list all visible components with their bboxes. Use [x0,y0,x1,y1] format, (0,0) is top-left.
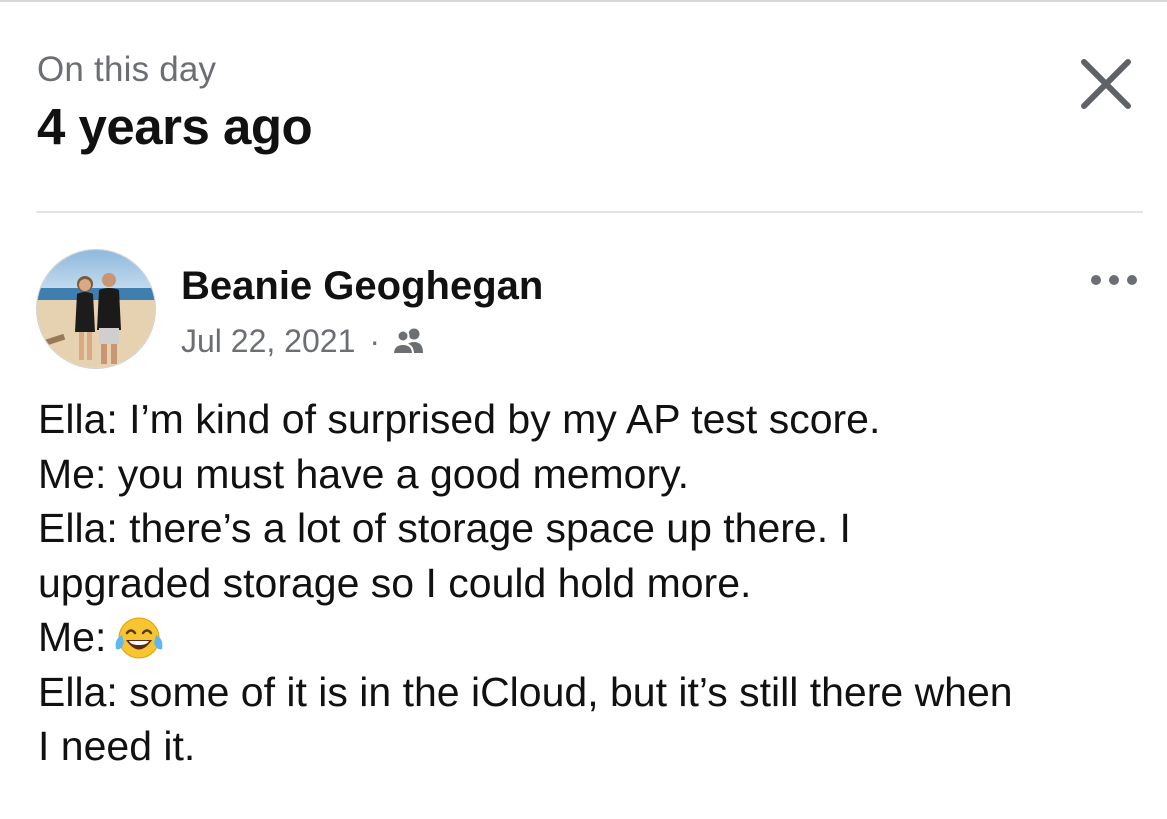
post-line: Ella: there’s a lot of storage space up … [38,505,851,551]
post-line: I need it. [38,723,196,769]
profile-photo [37,250,155,368]
post-line: Me: you must have a good memory. [38,450,689,497]
friends-icon[interactable] [392,327,426,355]
post-author[interactable]: Beanie Geoghegan [181,262,543,310]
page-title: 4 years ago [37,98,313,155]
post-line-text: Me: [38,614,107,660]
tears-of-joy-emoji-icon [115,617,163,659]
memories-header: On this day 4 years ago [37,48,313,158]
post-line-with-emoji: Me: [38,610,1148,665]
more-options-button[interactable] [1088,270,1140,290]
avatar[interactable] [36,249,156,369]
more-options-icon [1091,275,1137,285]
close-button[interactable] [1078,56,1134,112]
post-meta: Jul 22, 2021 · [181,321,426,361]
post-line: Ella: some of it is in the iCloud, but i… [38,668,1013,715]
post-date[interactable]: Jul 22, 2021 [181,321,355,361]
header-eyebrow: On this day [37,50,217,89]
post-line: Ella: I’m kind of surprised by my AP tes… [38,396,881,442]
post-line: upgraded storage so I could hold more. [38,559,752,606]
meta-separator: · [369,323,381,359]
close-icon [1081,59,1131,109]
top-border [0,0,1167,2]
header-divider [36,211,1143,213]
post-text: Ella: I’m kind of surprised by my AP tes… [38,392,1148,774]
memories-card: On this day 4 years ago Beanie Geoghegan… [0,0,1167,819]
